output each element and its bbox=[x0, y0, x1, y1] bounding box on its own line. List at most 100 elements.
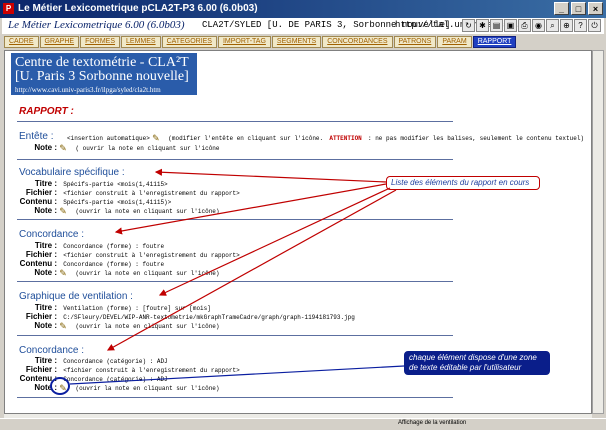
highlight-circle bbox=[50, 377, 70, 395]
note-hint: (ouvrir la note en cliquant sur l'icône) bbox=[75, 385, 220, 392]
tab-rapport[interactable]: RAPPORT bbox=[472, 36, 517, 48]
note-label: Note : bbox=[34, 206, 57, 215]
status-bar: Affichage de la ventilation bbox=[0, 418, 606, 430]
fichier-label: Fichier : bbox=[25, 312, 57, 321]
maximize-button[interactable]: □ bbox=[571, 2, 586, 15]
titre-value: Ventilation (forme) : [foutre] sur [mois… bbox=[63, 305, 211, 312]
tab-patrons[interactable]: PATRONS bbox=[393, 36, 437, 48]
entete-note-row: Note : ✎ ( ouvrir la note en cliquant su… bbox=[19, 143, 220, 152]
banner-url[interactable]: http://www.cavi.univ-paris3.fr/ilpga/syl… bbox=[15, 86, 193, 95]
note-hint: (ouvrir la note en cliquant sur l'icône) bbox=[75, 270, 220, 277]
titre-label: Titre : bbox=[34, 303, 57, 312]
vocab-titre-row: Titre : Spécifs-partie <mois(1,41115> bbox=[19, 179, 168, 188]
title-bar: P Le Métier Lexicometrique pCLA2T-P3 6.0… bbox=[0, 0, 606, 18]
vocab-note-row: Note : ✎ (ouvrir la note en cliquant sur… bbox=[19, 206, 220, 215]
contenu-value: Concordance (catégorie) : ADJ bbox=[63, 376, 168, 383]
note-label: Note : bbox=[34, 143, 57, 152]
vocab-fichier-row: Fichier : <fichier construit à l'enregis… bbox=[19, 188, 240, 197]
tools-icon[interactable]: ✱ bbox=[476, 19, 489, 32]
help-icon[interactable]: ? bbox=[574, 19, 587, 32]
vertical-scrollbar[interactable] bbox=[592, 50, 604, 414]
tab-graphe[interactable]: GRAPHE bbox=[39, 36, 80, 48]
tab-param[interactable]: PARAM bbox=[437, 36, 472, 48]
entete-value: <insertion automatique> bbox=[67, 135, 150, 142]
note-pencil-icon[interactable]: ✎ bbox=[59, 321, 69, 330]
save-icon[interactable]: ▣ bbox=[504, 19, 517, 32]
tab-lemmes[interactable]: LEMMES bbox=[121, 36, 161, 48]
exit-icon[interactable]: ⏻ bbox=[588, 19, 601, 32]
contenu-label: Contenu : bbox=[19, 259, 57, 268]
titre-label: Titre : bbox=[34, 356, 57, 365]
note-label: Note : bbox=[34, 268, 57, 277]
tab-segments[interactable]: SEGMENTS bbox=[271, 36, 322, 48]
tab-categories[interactable]: CATEGORIES bbox=[161, 36, 217, 48]
close-button[interactable]: × bbox=[588, 2, 603, 15]
print-icon[interactable]: ⎙ bbox=[518, 19, 531, 32]
separator bbox=[17, 335, 453, 336]
globe-icon[interactable]: ◉ bbox=[532, 19, 545, 32]
titre-label: Titre : bbox=[34, 241, 57, 250]
note-hint: ( ouvrir la note en cliquant sur l'icône bbox=[75, 145, 220, 152]
titre-value: Concordance (catégorie) : ADJ bbox=[63, 358, 168, 365]
app-name: Le Métier Lexicometrique 6.00 (6.0b03) bbox=[8, 19, 185, 31]
conc2-contenu-row: Contenu : Concordance (catégorie) : ADJ bbox=[19, 374, 168, 383]
fichier-label: Fichier : bbox=[25, 188, 57, 197]
section-entete-title: Entête : bbox=[19, 131, 54, 142]
app-logo-icon[interactable]: P bbox=[3, 3, 14, 14]
fichier-label: Fichier : bbox=[25, 365, 57, 374]
section-concordance-title: Concordance : bbox=[19, 345, 85, 356]
status-text: Affichage de la ventilation bbox=[398, 420, 467, 426]
search-icon[interactable]: ⌕ bbox=[546, 19, 559, 32]
open-icon[interactable]: ▤ bbox=[490, 19, 503, 32]
titre-value: Spécifs-partie <mois(1,41115> bbox=[63, 181, 168, 188]
separator bbox=[17, 219, 453, 220]
contenu-value: Concordance (forme) : foutre bbox=[63, 261, 165, 268]
edit-pencil-icon[interactable]: ✎ bbox=[152, 133, 162, 142]
cla2t-banner: Centre de textométrie - CLA²T [U. Paris … bbox=[11, 53, 197, 95]
contenu-label: Contenu : bbox=[19, 197, 57, 206]
refresh-icon[interactable]: ↻ bbox=[462, 19, 475, 32]
attention-label: ATTENTION bbox=[329, 135, 362, 142]
graph-note-row: Note : ✎ (ouvrir la note en cliquant sur… bbox=[19, 321, 220, 330]
banner-line1: Centre de textométrie - CLA²T bbox=[15, 55, 189, 70]
section-concordance-title: Concordance : bbox=[19, 229, 85, 240]
section-vocab-title: Vocabulaire spécifique : bbox=[19, 167, 125, 178]
minimize-button[interactable]: _ bbox=[554, 2, 569, 15]
tab-formes[interactable]: FORMES bbox=[80, 36, 121, 48]
vocab-contenu-row: Contenu : Spécifs-partie <mois(1,41115)> bbox=[19, 197, 172, 206]
fichier-label: Fichier : bbox=[25, 250, 57, 259]
zoom-icon[interactable]: ⊕ bbox=[560, 19, 573, 32]
tab-cadre[interactable]: CADRE bbox=[4, 36, 39, 48]
entete-warning: : ne pas modifier les balises, seulement… bbox=[368, 135, 585, 142]
graph-fichier-row: Fichier : C:/SFleury/DEVEL/WIP-ANR-texto… bbox=[19, 312, 355, 321]
note-hint: (ouvrir la note en cliquant sur l'icône) bbox=[75, 323, 220, 330]
graph-titre-row: Titre : Ventilation (forme) : [foutre] s… bbox=[19, 303, 211, 312]
conc1-fichier-row: Fichier : <fichier construit à l'enregis… bbox=[19, 250, 240, 259]
note-pencil-icon[interactable]: ✎ bbox=[59, 206, 69, 215]
tab-concordances[interactable]: CONCORDANCES bbox=[322, 36, 393, 48]
note-label: Note : bbox=[34, 321, 57, 330]
tab-bar: CADRE GRAPHE FORMES LEMMES CATEGORIES IM… bbox=[4, 36, 602, 48]
conc1-note-row: Note : ✎ (ouvrir la note en cliquant sur… bbox=[19, 268, 220, 277]
conc1-contenu-row: Contenu : Concordance (forme) : foutre bbox=[19, 259, 164, 268]
conc2-titre-row: Titre : Concordance (catégorie) : ADJ bbox=[19, 356, 168, 365]
separator bbox=[17, 281, 453, 282]
entete-row: <insertion automatique> ✎ (modifier l'en… bbox=[63, 133, 584, 142]
titre-value: Concordance (forme) : foutre bbox=[63, 243, 165, 250]
fichier-value: <fichier construit à l'enregistrement du… bbox=[63, 252, 240, 259]
banner-line2: [U. Paris 3 Sorbonne nouvelle] bbox=[15, 69, 189, 84]
fichier-value: <fichier construit à l'enregistrement du… bbox=[63, 367, 240, 374]
titre-label: Titre : bbox=[34, 179, 57, 188]
fichier-value: <fichier construit à l'enregistrement du… bbox=[63, 190, 240, 197]
window-title: Le Métier Lexicometrique pCLA2T-P3 6.00 … bbox=[18, 3, 258, 14]
note-pencil-icon[interactable]: ✎ bbox=[59, 143, 69, 152]
app-header: Le Métier Lexicometrique 6.00 (6.0b03) C… bbox=[2, 18, 604, 34]
conc2-fichier-row: Fichier : <fichier construit à l'enregis… bbox=[19, 365, 240, 374]
contenu-value: Spécifs-partie <mois(1,41115)> bbox=[63, 199, 172, 206]
conc1-titre-row: Titre : Concordance (forme) : foutre bbox=[19, 241, 164, 250]
note-hint: (ouvrir la note en cliquant sur l'icône) bbox=[75, 208, 220, 215]
separator bbox=[17, 397, 453, 398]
separator bbox=[17, 159, 453, 160]
note-pencil-icon[interactable]: ✎ bbox=[59, 268, 69, 277]
tab-import-tag[interactable]: IMPORT-TAG bbox=[217, 36, 271, 48]
